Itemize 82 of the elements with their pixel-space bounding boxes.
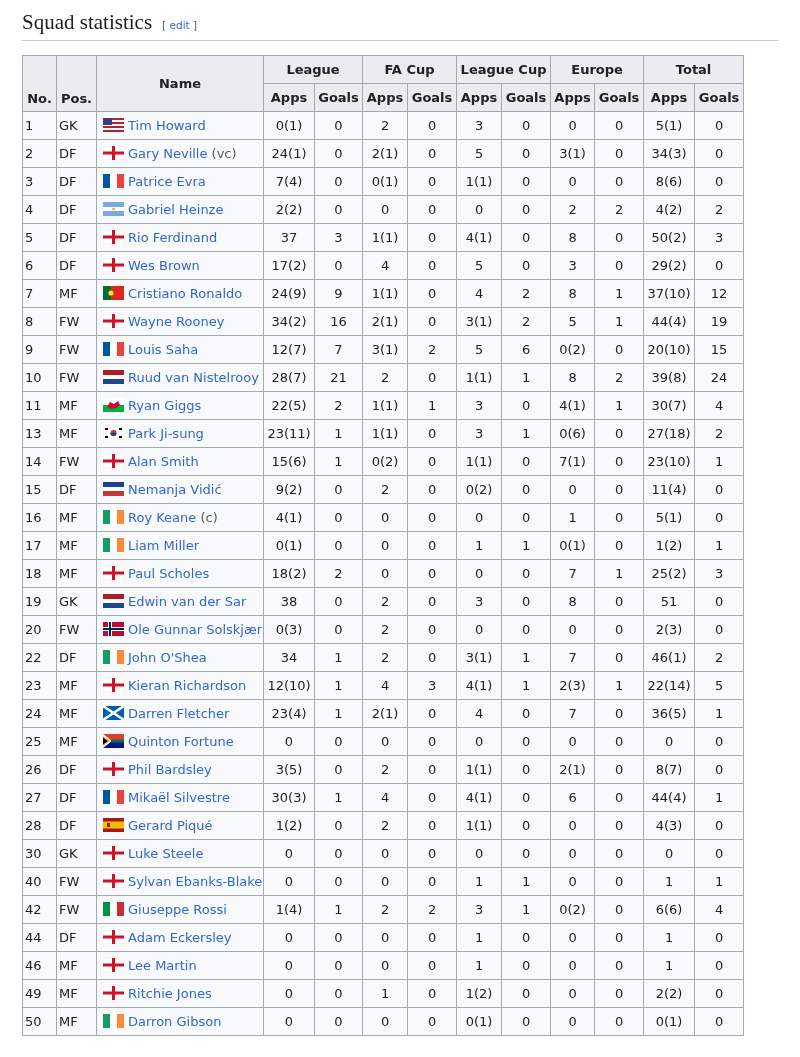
- table-cell: 6: [22, 251, 57, 280]
- tricolour-flag-icon: [103, 342, 124, 356]
- tricolour-flag-icon: [103, 482, 124, 496]
- table-cell: 23: [22, 671, 57, 700]
- tricolour-flag-icon: [103, 370, 124, 384]
- cross-flag-icon: [103, 454, 124, 468]
- y-band-flag-icon: [103, 734, 124, 748]
- cross-flag-icon: [103, 930, 124, 944]
- table-cell: 5: [22, 223, 57, 252]
- table-cell: 44: [22, 923, 57, 952]
- player-link[interactable]: Gary Neville: [128, 146, 208, 161]
- tricolour-flag-icon: [103, 538, 124, 552]
- tricolour-flag-icon: [103, 790, 124, 804]
- cross-flag-icon: [103, 762, 124, 776]
- column-group-header: FA Cup: [362, 55, 457, 84]
- taegeuk-flag-icon: [103, 426, 124, 440]
- edit-link[interactable]: edit: [169, 19, 190, 31]
- tricolour-flag-icon: [103, 902, 124, 916]
- table-cell: 30: [22, 839, 57, 868]
- table-cell: 1: [22, 111, 57, 140]
- table-cell: 11: [22, 391, 57, 420]
- table-cell: 9: [22, 335, 57, 364]
- tricolour-flag-icon: [103, 650, 124, 664]
- cross-flag-icon: [103, 566, 124, 580]
- role-note: (c): [200, 510, 218, 525]
- tricolour-flag-icon: [103, 594, 124, 608]
- column-header: Name: [96, 55, 264, 112]
- table-cell: 8: [22, 307, 57, 336]
- table-cell: 24: [22, 699, 57, 728]
- role-note: (vc): [211, 146, 237, 161]
- table-cell: 3: [22, 167, 57, 196]
- cross-flag-icon: [103, 258, 124, 272]
- table-cell: 27: [22, 783, 57, 812]
- tricolour-flag-icon: [103, 174, 124, 188]
- cross-flag-icon: [103, 846, 124, 860]
- column-group-header: Europe: [550, 55, 644, 84]
- dragon-flag-icon: [103, 398, 124, 412]
- tricolour-flag-icon: [103, 1014, 124, 1028]
- stars-stripes-flag-icon: [103, 118, 124, 132]
- table-cell: 50: [22, 1007, 57, 1036]
- table-cell: 10: [22, 363, 57, 392]
- table-cell: 15: [22, 475, 57, 504]
- emblem-flag-icon: [103, 286, 124, 300]
- table-cell: 19: [22, 587, 57, 616]
- table-cell: 40: [22, 867, 57, 896]
- table-cell: 49: [22, 979, 57, 1008]
- cross-flag-icon: [103, 874, 124, 888]
- column-group-header: League Cup: [456, 55, 551, 84]
- nordic-cross-flag-icon: [103, 622, 124, 636]
- table-cell: 25: [22, 727, 57, 756]
- table-cell: 14: [22, 447, 57, 476]
- bracket: ]: [193, 19, 198, 31]
- column-group-header: Total: [643, 55, 744, 84]
- tricolour-flag-icon: [103, 510, 124, 524]
- column-group-header: League: [263, 55, 363, 84]
- table-cell: 26: [22, 755, 57, 784]
- bracket: [: [162, 19, 167, 31]
- table-cell: 42: [22, 895, 57, 924]
- table-cell: 4: [22, 195, 57, 224]
- striped-flag-icon: [103, 202, 124, 216]
- saltire-flag-icon: [103, 706, 124, 720]
- table-cell: 7: [22, 279, 57, 308]
- table-cell: 46: [22, 951, 57, 980]
- cross-flag-icon: [103, 958, 124, 972]
- table-cell: 28: [22, 811, 57, 840]
- table-cell: 2: [22, 139, 57, 168]
- cross-flag-icon: [103, 314, 124, 328]
- player-link[interactable]: Roy Keane: [128, 510, 197, 525]
- table-cell: 17: [22, 531, 57, 560]
- table-cell: 13: [22, 419, 57, 448]
- section-title: Squad statistics: [22, 10, 153, 35]
- table-cell: 16: [22, 503, 57, 532]
- cross-flag-icon: [103, 230, 124, 244]
- column-header: Pos.: [56, 55, 97, 112]
- column-header: No.: [22, 55, 57, 112]
- table-cell: 18: [22, 559, 57, 588]
- banded-flag-icon: [103, 818, 124, 832]
- table-cell: 20: [22, 615, 57, 644]
- cross-flag-icon: [103, 986, 124, 1000]
- table-cell: 22: [22, 643, 57, 672]
- cross-flag-icon: [103, 678, 124, 692]
- cross-flag-icon: [103, 146, 124, 160]
